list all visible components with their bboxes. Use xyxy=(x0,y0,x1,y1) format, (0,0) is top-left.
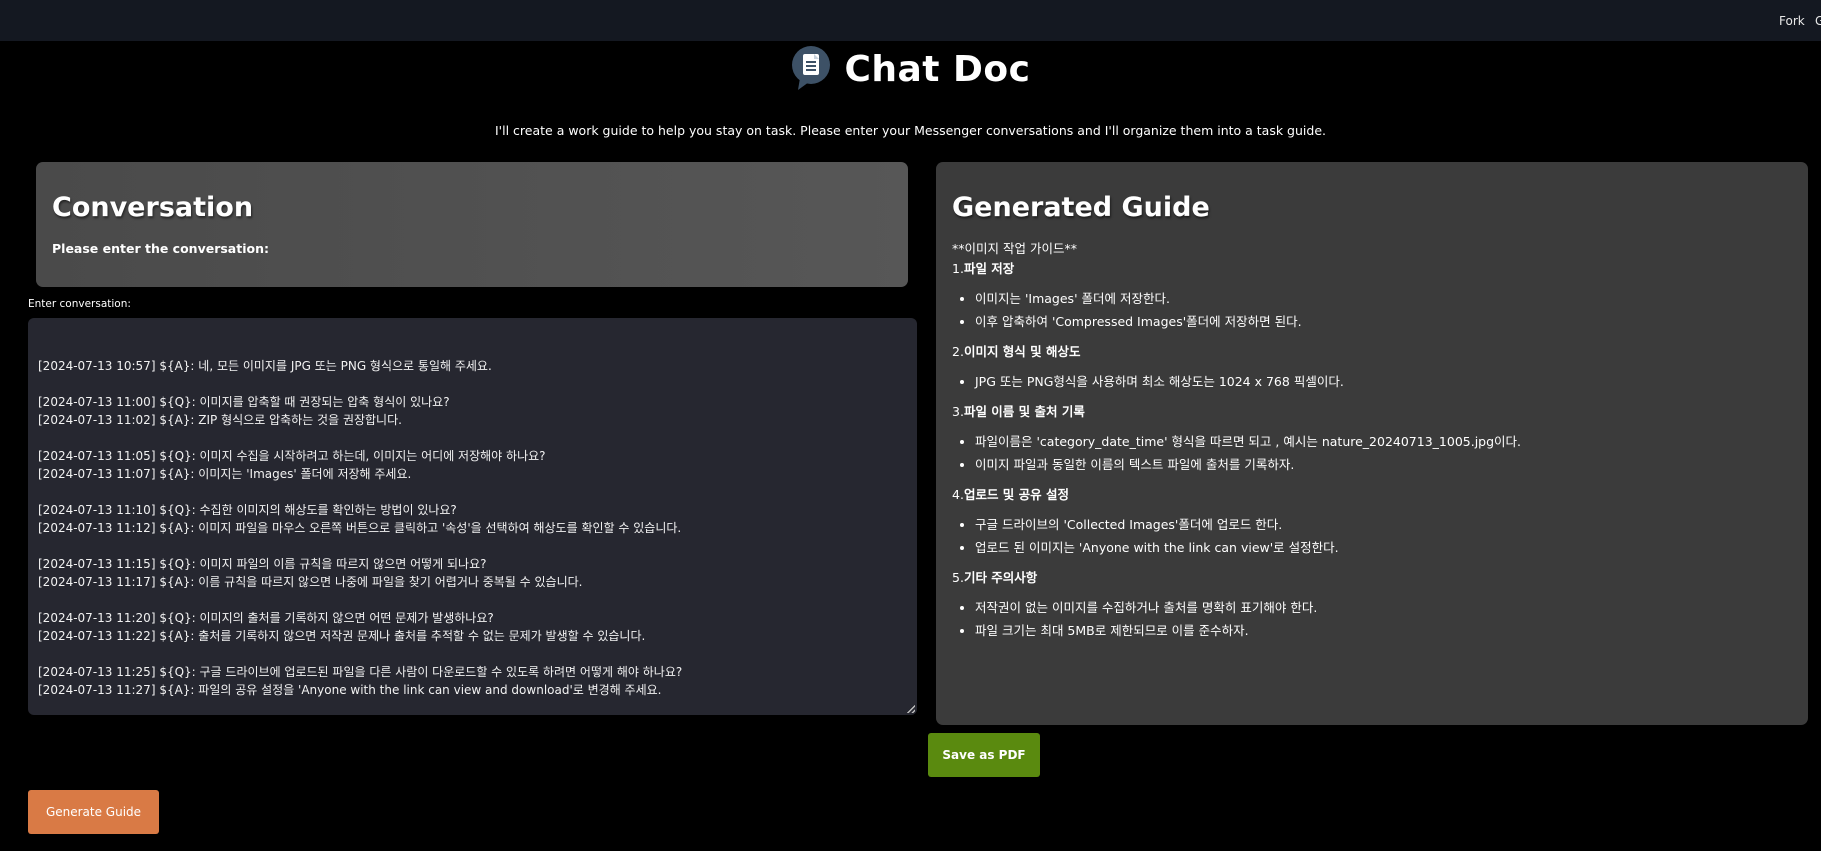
conversation-line: [2024-07-13 11:05] ${Q}: 이미지 수집을 시작하려고 하… xyxy=(38,449,546,463)
conversation-line: [2024-07-13 11:07] ${A}: 이미지는 'Images' 폴… xyxy=(38,467,412,481)
conversation-line xyxy=(38,591,907,609)
conversation-line xyxy=(38,699,907,715)
guide-section-title: 기타 주의사항 xyxy=(963,570,1038,585)
conversation-heading: Conversation xyxy=(52,192,254,223)
guide-list-item: 구글 드라이브의 'Collected Images'폴더에 업로드 한다. xyxy=(975,515,1792,535)
guide-section-list: 구글 드라이브의 'Collected Images'폴더에 업로드 한다. 업로… xyxy=(952,515,1792,558)
conversation-line: [2024-07-13 11:27] ${A}: 파일의 공유 설정을 'Any… xyxy=(38,683,662,697)
guide-section-heading: 1.파일 저장 xyxy=(952,259,1792,279)
conversation-panel: Conversation Please enter the conversati… xyxy=(36,162,908,287)
guide-heading: Generated Guide xyxy=(952,192,1210,223)
conversation-line: [2024-07-13 11:00] ${Q}: 이미지를 압축할 때 권장되는… xyxy=(38,395,450,409)
guide-list-item: 업로드 된 이미지는 'Anyone with the link can vie… xyxy=(975,538,1792,558)
guide-section-heading: 5.기타 주의사항 xyxy=(952,568,1792,588)
conversation-line: [2024-07-13 11:25] ${Q}: 구글 드라이브에 업로드된 파… xyxy=(38,665,683,679)
guide-section-number: 2. xyxy=(952,344,964,359)
conversation-line: [2024-07-13 11:22] ${A}: 출처를 기록하지 않으면 저작… xyxy=(38,629,646,643)
guide-intro: **이미지 작업 가이드** xyxy=(952,241,1077,256)
conversation-line xyxy=(38,483,907,501)
github-link-edge[interactable]: G xyxy=(1815,14,1821,28)
conversation-line xyxy=(38,375,907,393)
guide-section-title: 파일 저장 xyxy=(963,261,1015,276)
app-subtitle: I'll create a work guide to help you sta… xyxy=(495,123,1326,138)
guide-list-item: 저작권이 없는 이미지를 수집하거나 출처를 명확히 표기해야 한다. xyxy=(975,598,1792,618)
guide-list-item: 이후 압축하여 'Compressed Images'폴더에 저장하면 된다. xyxy=(975,312,1792,332)
top-bar: Fork G xyxy=(0,0,1821,41)
guide-section-title: 파일 이름 및 출처 기록 xyxy=(963,404,1085,419)
guide-section-list: 저작권이 없는 이미지를 수집하거나 출처를 명확히 표기해야 한다. 파일 크기… xyxy=(952,598,1792,641)
guide-list-item: 파일이름은 'category_date_time' 형식을 따르면 되고 , … xyxy=(975,432,1792,452)
guide-list-item: 이미지 파일과 동일한 이름의 텍스트 파일에 출처를 기록하자. xyxy=(975,455,1792,475)
app-title: Chat Doc xyxy=(844,48,1031,90)
guide-section-number: 5. xyxy=(952,570,964,585)
guide-section-title: 이미지 형식 및 해상도 xyxy=(963,344,1081,359)
conversation-line xyxy=(38,645,907,663)
conversation-textarea[interactable]: [2024-07-13 10:57] ${A}: 네, 모든 이미지를 JPG … xyxy=(28,318,917,715)
generate-guide-button[interactable]: Generate Guide xyxy=(28,790,159,834)
guide-list-item: 이미지는 'Images' 폴더에 저장한다. xyxy=(975,289,1792,309)
conversation-line: [2024-07-13 11:17] ${A}: 이름 규칙을 따르지 않으면 … xyxy=(38,575,583,589)
conversation-line: [2024-07-13 11:10] ${Q}: 수집한 이미지의 해상도를 확… xyxy=(38,503,457,517)
generated-guide-panel: Generated Guide **이미지 작업 가이드** 1.파일 저장이미… xyxy=(936,162,1808,725)
guide-section-list: 파일이름은 'category_date_time' 형식을 따르면 되고 , … xyxy=(952,432,1792,475)
conversation-line xyxy=(38,429,907,447)
guide-section-heading: 3.파일 이름 및 출처 기록 xyxy=(952,402,1792,422)
conversation-line: [2024-07-13 11:02] ${A}: ZIP 형식으로 압축하는 것… xyxy=(38,413,402,427)
guide-section-number: 1. xyxy=(952,261,964,276)
conversation-line: [2024-07-13 11:15] ${Q}: 이미지 파일의 이름 규칙을 … xyxy=(38,557,487,571)
conversation-line: [2024-07-13 11:20] ${Q}: 이미지의 출처를 기록하지 않… xyxy=(38,611,494,625)
guide-section-number: 4. xyxy=(952,487,964,502)
guide-section-list: 이미지는 'Images' 폴더에 저장한다. 이후 압축하여 'Compress… xyxy=(952,289,1792,332)
guide-list-item: 파일 크기는 최대 5MB로 제한되므로 이를 준수하자. xyxy=(975,621,1792,641)
app-header: Chat Doc xyxy=(0,44,1821,94)
resize-handle[interactable] xyxy=(907,705,915,713)
conversation-prompt: Please enter the conversation: xyxy=(52,241,269,256)
conversation-line xyxy=(38,537,907,555)
conversation-input-label: Enter conversation: xyxy=(28,298,131,310)
conversation-line: [2024-07-13 10:57] ${A}: 네, 모든 이미지를 JPG … xyxy=(38,359,492,373)
save-as-pdf-button[interactable]: Save as PDF xyxy=(928,733,1040,777)
conversation-line: [2024-07-13 11:12] ${A}: 이미지 파일을 마우스 오른쪽… xyxy=(38,521,682,535)
guide-section-heading: 4.업로드 및 공유 설정 xyxy=(952,485,1792,505)
guide-section-number: 3. xyxy=(952,404,964,419)
fork-link[interactable]: Fork xyxy=(1779,14,1805,28)
guide-section-title: 업로드 및 공유 설정 xyxy=(963,487,1069,502)
guide-content: **이미지 작업 가이드** 1.파일 저장이미지는 'Images' 폴더에 … xyxy=(952,239,1792,641)
chat-document-icon xyxy=(790,46,832,92)
guide-section-heading: 2.이미지 형식 및 해상도 xyxy=(952,342,1792,362)
guide-list-item: JPG 또는 PNG형식을 사용하며 최소 해상도는 1024 x 768 픽셀… xyxy=(975,372,1792,392)
guide-section-list: JPG 또는 PNG형식을 사용하며 최소 해상도는 1024 x 768 픽셀… xyxy=(952,372,1792,392)
